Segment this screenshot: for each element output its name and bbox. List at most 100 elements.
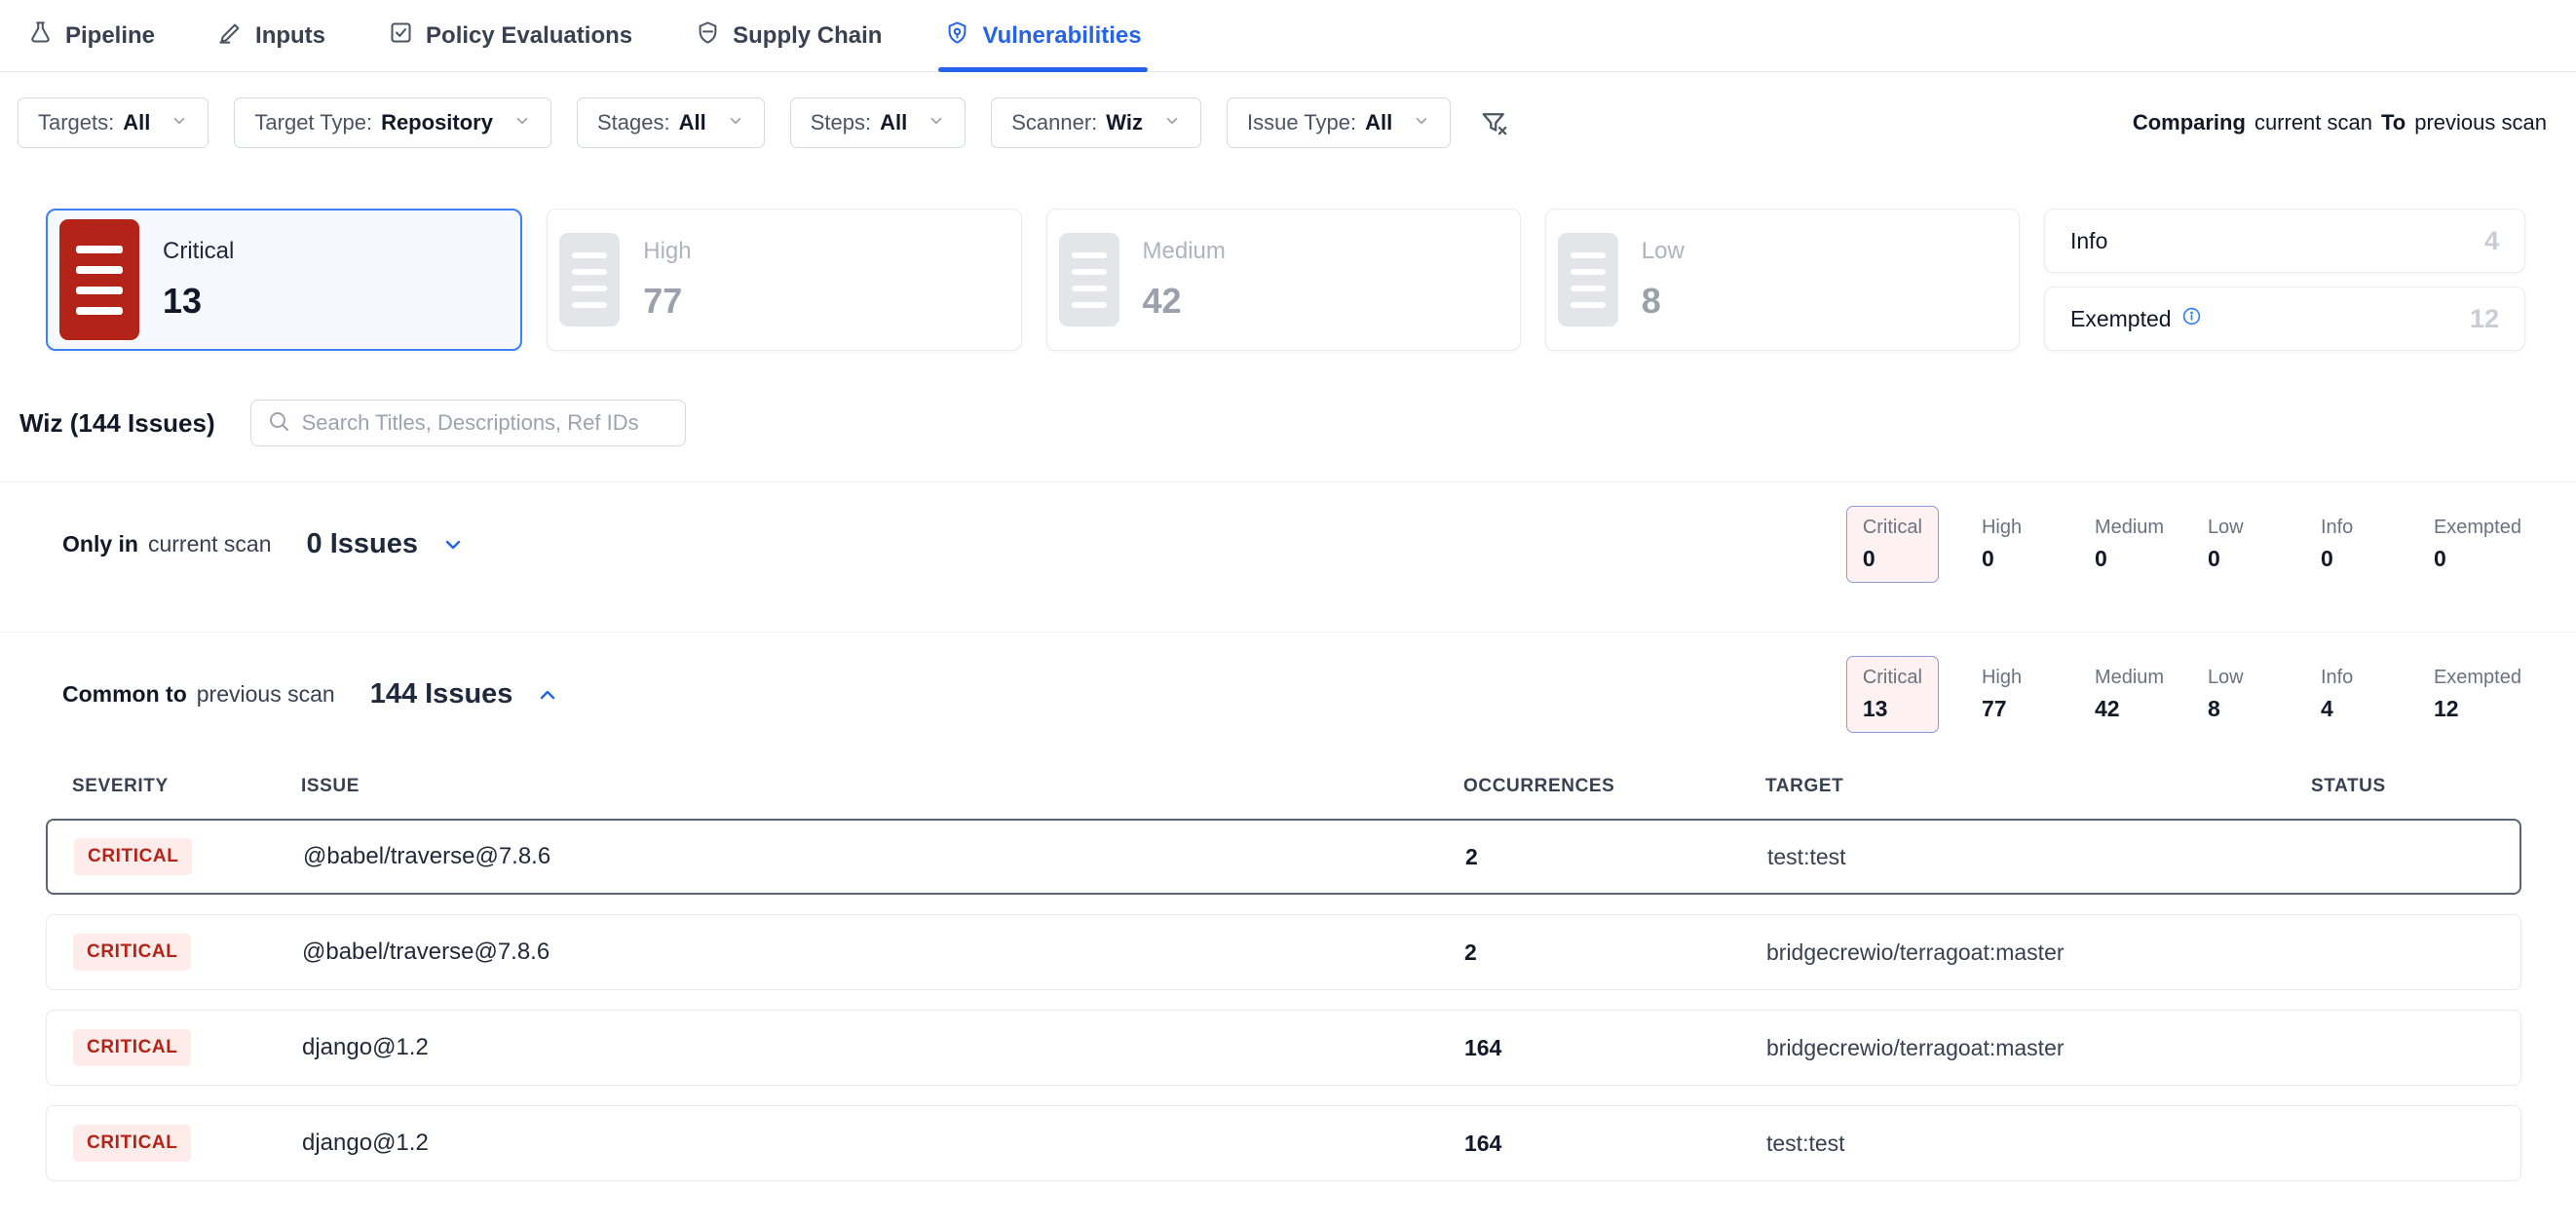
inputs-icon	[217, 19, 244, 53]
column-header-status: STATUS	[2311, 776, 2521, 797]
issue-cell: django@1.2	[302, 1130, 1464, 1157]
severity-card-info[interactable]: Info 4	[2044, 209, 2525, 273]
occurrences-cell: 164	[1464, 1131, 1766, 1157]
stat-exempted[interactable]: Exempted0	[2434, 507, 2521, 582]
scanner-title: Wiz (144 Issues)	[19, 408, 215, 439]
issue-cell: @babel/traverse@7.8.6	[302, 939, 1464, 966]
info-icon[interactable]	[2181, 306, 2202, 332]
stat-info[interactable]: Info4	[2321, 657, 2391, 732]
table-header-row: SEVERITY ISSUE OCCURRENCES TARGET STATUS	[46, 758, 2521, 819]
severity-badge: CRITICAL	[73, 1125, 191, 1162]
chevron-down-icon	[159, 110, 188, 135]
compare-scan-text: Comparing current scan To previous scan	[2133, 110, 2547, 135]
clear-filters-icon[interactable]	[1480, 108, 1509, 137]
tab-label: Policy Evaluations	[426, 22, 632, 50]
stat-exempted[interactable]: Exempted12	[2434, 657, 2521, 732]
severity-badge: CRITICAL	[74, 838, 192, 875]
severity-side-column: Info 4 Exempted 12	[2044, 209, 2525, 351]
section-issues-count[interactable]: 144 Issues	[370, 678, 513, 710]
tab-label: Pipeline	[65, 22, 155, 50]
filter-scanner[interactable]: Scanner: Wiz	[991, 97, 1201, 148]
severity-card-medium[interactable]: Medium 42	[1046, 209, 1521, 351]
severity-list-icon	[1059, 233, 1119, 326]
chevron-down-icon	[1152, 110, 1181, 135]
chevron-down-icon	[1401, 110, 1430, 135]
stat-info[interactable]: Info0	[2321, 507, 2391, 582]
occurrences-cell: 2	[1464, 940, 1766, 966]
section-prefix: Common to	[62, 681, 187, 708]
stat-critical[interactable]: Critical0	[1846, 506, 1939, 583]
issue-cell: @babel/traverse@7.8.6	[303, 843, 1465, 870]
severity-card-label: Low	[1642, 238, 1685, 265]
stat-medium[interactable]: Medium42	[2095, 657, 2165, 732]
issue-search-box[interactable]	[250, 400, 686, 446]
column-header-severity: SEVERITY	[72, 776, 301, 797]
issue-cell: django@1.2	[302, 1034, 1464, 1061]
section-only-current-scan: Only in current scan 0 Issues Critical0 …	[0, 481, 2576, 606]
severity-card-high[interactable]: High 77	[547, 209, 1021, 351]
filter-targets[interactable]: Targets: All	[18, 97, 208, 148]
severity-card-count: 4	[2484, 226, 2499, 256]
stat-medium[interactable]: Medium0	[2095, 507, 2165, 582]
supply-chain-icon	[695, 19, 721, 53]
top-tab-bar: Pipeline Inputs Policy Evaluations Suppl…	[0, 0, 2576, 72]
severity-card-label: Info	[2070, 228, 2107, 254]
column-header-target: TARGET	[1765, 776, 2311, 797]
section-prefix: Only in	[62, 531, 138, 557]
severity-badge: CRITICAL	[73, 934, 191, 971]
severity-card-count: 77	[643, 281, 691, 322]
tab-policy-evaluations[interactable]: Policy Evaluations	[388, 0, 632, 71]
stat-critical[interactable]: Critical13	[1846, 656, 1939, 733]
filter-issue-type[interactable]: Issue Type: All	[1227, 97, 1451, 148]
tab-inputs[interactable]: Inputs	[217, 0, 325, 71]
tab-pipeline[interactable]: Pipeline	[27, 0, 155, 71]
column-header-occurrences: OCCURRENCES	[1463, 776, 1765, 797]
table-row[interactable]: CRITICAL @babel/traverse@7.8.6 2 bridgec…	[46, 914, 2521, 990]
severity-card-label: High	[643, 238, 691, 265]
severity-card-label: Medium	[1143, 238, 1226, 265]
vulnerabilities-icon	[944, 19, 970, 53]
severity-card-count: 8	[1642, 281, 1685, 322]
occurrences-cell: 2	[1465, 844, 1767, 870]
section-severity-stats: Critical13 High77 Medium42 Low8 Info4 Ex…	[1846, 656, 2521, 733]
issues-table: SEVERITY ISSUE OCCURRENCES TARGET STATUS…	[46, 758, 2521, 1181]
table-row[interactable]: CRITICAL @babel/traverse@7.8.6 2 test:te…	[46, 819, 2521, 895]
severity-list-icon	[59, 219, 139, 340]
stat-high[interactable]: High77	[1982, 657, 2052, 732]
scanner-section-header: Wiz (144 Issues)	[19, 400, 2525, 446]
chevron-down-icon	[715, 110, 744, 135]
filter-steps[interactable]: Steps: All	[790, 97, 966, 148]
filter-bar: Targets: All Target Type: Repository Sta…	[0, 72, 2576, 172]
filter-stages[interactable]: Stages: All	[577, 97, 765, 148]
stat-high[interactable]: High0	[1982, 507, 2052, 582]
severity-card-label: Exempted	[2070, 306, 2202, 332]
stat-low[interactable]: Low8	[2208, 657, 2278, 732]
tab-label: Inputs	[255, 22, 325, 50]
target-cell: bridgecrewio/terragoat:master	[1766, 1035, 2312, 1061]
occurrences-cell: 164	[1464, 1035, 1766, 1061]
chevron-down-icon	[916, 110, 945, 135]
target-cell: test:test	[1766, 1131, 2312, 1157]
tab-vulnerabilities[interactable]: Vulnerabilities	[944, 0, 1141, 71]
stat-low[interactable]: Low0	[2208, 507, 2278, 582]
tab-supply-chain[interactable]: Supply Chain	[695, 0, 882, 71]
section-severity-stats: Critical0 High0 Medium0 Low0 Info0 Exemp…	[1846, 506, 2521, 583]
severity-cards-row: Critical 13 High 77 Medium 42 Low 8 Info…	[46, 209, 2525, 351]
chevron-down-icon[interactable]	[441, 533, 465, 556]
severity-card-low[interactable]: Low 8	[1545, 209, 2020, 351]
search-input[interactable]	[302, 410, 669, 436]
table-row[interactable]: CRITICAL django@1.2 164 test:test	[46, 1105, 2521, 1181]
severity-card-count: 13	[163, 281, 234, 322]
severity-card-exempted[interactable]: Exempted 12	[2044, 287, 2525, 351]
table-row[interactable]: CRITICAL django@1.2 164 bridgecrewio/ter…	[46, 1010, 2521, 1086]
severity-card-critical[interactable]: Critical 13	[46, 209, 522, 351]
severity-badge: CRITICAL	[73, 1029, 191, 1066]
chevron-up-icon[interactable]	[536, 683, 559, 707]
section-issues-count[interactable]: 0 Issues	[307, 528, 418, 560]
filter-target-type[interactable]: Target Type: Repository	[234, 97, 551, 148]
policy-evaluations-icon	[388, 19, 414, 53]
severity-card-count: 12	[2470, 304, 2499, 334]
severity-card-count: 42	[1143, 281, 1226, 322]
tab-label: Supply Chain	[733, 22, 882, 50]
severity-list-icon	[1558, 233, 1618, 326]
